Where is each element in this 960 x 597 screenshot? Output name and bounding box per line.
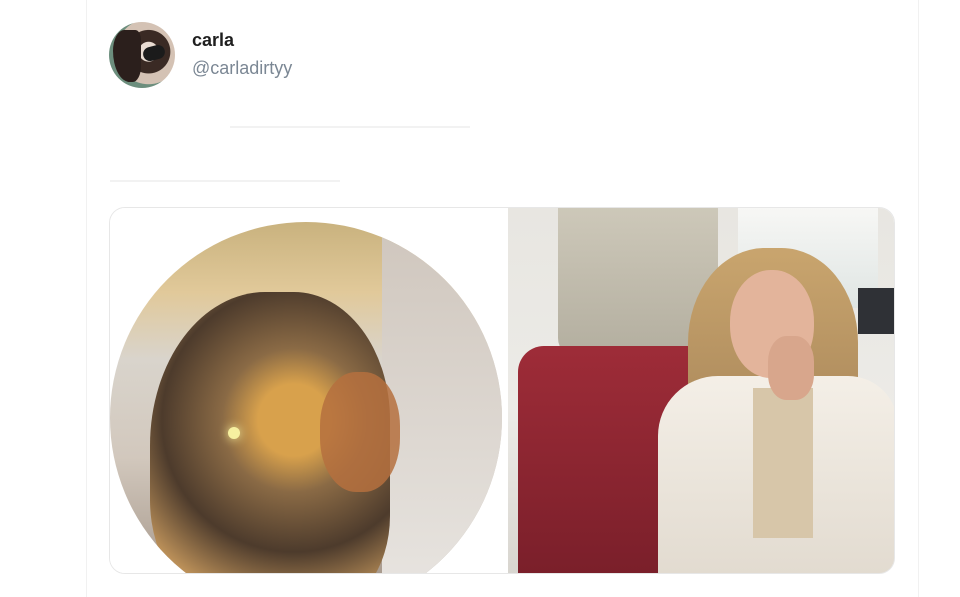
light-glare	[228, 427, 240, 439]
avatar[interactable]	[109, 22, 175, 88]
background-wall	[382, 222, 502, 573]
tweet-media[interactable]	[109, 207, 895, 574]
card-right-edge	[918, 0, 919, 597]
avatar-hair	[113, 30, 141, 82]
computer-monitor	[858, 288, 894, 334]
faded-text-line	[110, 180, 340, 182]
face-in-sunlight	[320, 372, 400, 492]
card-left-edge	[86, 0, 87, 597]
faded-text-line	[230, 126, 470, 128]
hand-over-mouth	[768, 336, 814, 400]
author-display-name[interactable]: carla	[192, 30, 234, 51]
avatar-sunglasses	[141, 43, 167, 63]
media-right-image[interactable]	[508, 208, 894, 573]
beige-top	[753, 388, 813, 538]
media-left-image[interactable]	[110, 208, 504, 573]
author-handle[interactable]: @carladirtyy	[192, 58, 292, 79]
circular-photo	[110, 222, 502, 573]
